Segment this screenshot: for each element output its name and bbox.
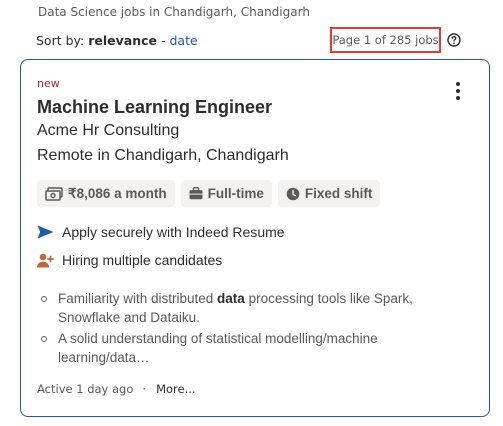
new-badge: new: [37, 77, 60, 90]
job-type-label: Full-time: [207, 186, 264, 201]
snippet-highlight: data: [217, 291, 245, 306]
snippet-item: Familiarity with distributed data proces…: [37, 289, 467, 327]
hiring-multiple-label: Hiring multiple candidates: [62, 252, 223, 268]
job-location: Remote in Chandigarh, Chandigarh: [37, 147, 289, 164]
job-attribute-tags: ₹8,086 a month Full-time Fixed shift: [37, 180, 381, 207]
hiring-multiple-feature: Hiring multiple candidates: [37, 252, 222, 268]
question-circle-icon[interactable]: [447, 33, 461, 47]
snippet-text: Familiarity with distributed: [58, 291, 218, 306]
job-snippet-list: Familiarity with distributed data proces…: [37, 289, 467, 369]
snippet-item: A solid understanding of statistical mod…: [37, 329, 467, 367]
shift-label: Fixed shift: [304, 186, 373, 201]
sort-prefix: Sort by:: [36, 33, 89, 48]
sort-bar: Sort by: relevance - date: [36, 33, 198, 48]
job-type-tag: Full-time: [180, 180, 272, 207]
salary-tag: ₹8,086 a month: [37, 180, 175, 207]
briefcase-icon: [189, 187, 203, 200]
easy-apply-feature: Apply securely with Indeed Resume: [37, 224, 285, 240]
person-add-icon: [37, 253, 54, 267]
sort-date-link[interactable]: date: [169, 33, 197, 48]
send-arrow-icon: [37, 225, 54, 239]
sort-separator: -: [157, 33, 170, 48]
money-icon: [45, 186, 63, 201]
company-name: Acme Hr Consulting: [37, 122, 180, 139]
footer-separator: ·: [142, 382, 147, 396]
easy-apply-label: Apply securely with Indeed Resume: [62, 224, 285, 240]
active-date: Active 1 day ago: [37, 382, 134, 396]
clock-icon: [286, 187, 300, 200]
shift-tag: Fixed shift: [277, 180, 381, 207]
more-link[interactable]: More...: [156, 382, 195, 396]
job-title[interactable]: Machine Learning Engineer: [37, 97, 272, 118]
vertical-dots-icon[interactable]: [449, 80, 467, 102]
sort-relevance: relevance: [88, 33, 157, 48]
job-card[interactable]: new Machine Learning Engineer Acme Hr Co…: [20, 59, 490, 417]
salary-label: ₹8,086 a month: [68, 185, 167, 201]
card-footer: Active 1 day ago · More...: [37, 382, 196, 396]
page-count: Page 1 of 285 jobs: [330, 27, 441, 53]
search-subtitle: Data Science jobs in Chandigarh, Chandig…: [38, 5, 310, 19]
